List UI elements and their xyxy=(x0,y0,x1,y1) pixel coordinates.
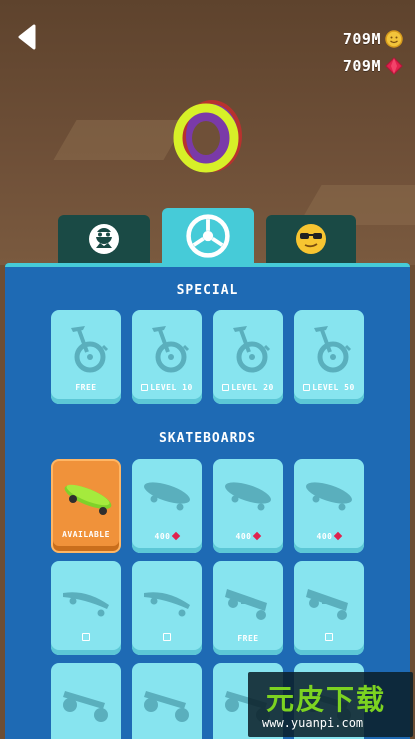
shop-item-card[interactable] xyxy=(132,663,202,739)
longboard-icon xyxy=(140,571,194,625)
item-label: FREE xyxy=(51,383,121,392)
gem-value: 709M xyxy=(342,57,381,75)
item-label: AVAILABLE xyxy=(53,530,119,539)
offroad-board-icon xyxy=(59,673,113,727)
gem-icon xyxy=(172,531,181,541)
wheel-preview xyxy=(173,100,242,173)
lock-icon xyxy=(222,384,230,391)
coin-icon xyxy=(385,30,403,48)
item-label: FREE xyxy=(213,634,283,643)
skateboard-icon xyxy=(140,469,194,523)
unicycle-icon xyxy=(140,320,194,374)
green-skateboard-icon xyxy=(61,471,115,525)
shop-item-card[interactable]: 400 xyxy=(294,459,364,553)
gem-icon xyxy=(253,531,262,541)
watermark: 元皮下载 www.yuanpi.com xyxy=(248,672,413,737)
panel-accent xyxy=(5,263,410,267)
shop-item-card[interactable] xyxy=(51,663,121,739)
item-label-text: 400 xyxy=(316,532,333,541)
item-label-text: LEVEL 50 xyxy=(312,383,355,392)
item-label xyxy=(294,633,364,643)
skateboard-icon xyxy=(302,469,356,523)
shop-item-card[interactable]: LEVEL 10 xyxy=(132,310,202,404)
gem-counter: 709M xyxy=(343,57,403,75)
unicycle-icon xyxy=(221,320,275,374)
item-label-text: 400 xyxy=(154,532,171,541)
electric-board-icon xyxy=(221,571,275,625)
item-label-text: FREE xyxy=(237,634,259,643)
section-title-special: SPECIAL xyxy=(176,283,239,298)
shop-panel: SPECIAL FREE LEVEL 10 LEVEL 20 LEVEL 50 … xyxy=(5,263,410,739)
shop-item-card[interactable]: LEVEL 50 xyxy=(294,310,364,404)
item-label: LEVEL 50 xyxy=(294,383,364,392)
back-arrow-icon xyxy=(18,24,36,50)
item-label-text: LEVEL 20 xyxy=(231,383,274,392)
sunglasses-emoji-icon xyxy=(296,224,326,254)
shop-item-card[interactable]: FREE xyxy=(213,561,283,655)
shop-item-card[interactable] xyxy=(132,561,202,655)
electric-board-icon xyxy=(302,571,356,625)
lock-icon xyxy=(141,384,149,391)
watermark-url: www.yuanpi.com xyxy=(262,716,364,730)
item-label-text: FREE xyxy=(75,383,97,392)
shop-item-card[interactable] xyxy=(294,561,364,655)
item-label-text: 400 xyxy=(235,532,252,541)
shop-item-card[interactable] xyxy=(51,561,121,655)
skateboard-icon xyxy=(221,469,275,523)
longboard-icon xyxy=(59,571,113,625)
item-label: 400 xyxy=(213,531,283,541)
tab-wheels[interactable] xyxy=(162,208,254,264)
tab-character[interactable] xyxy=(58,215,150,263)
offroad-board-icon xyxy=(140,673,194,727)
back-button[interactable] xyxy=(14,22,40,52)
wheel-icon xyxy=(186,214,230,258)
lock-icon xyxy=(303,384,311,391)
shop-item-card[interactable]: LEVEL 20 xyxy=(213,310,283,404)
item-label xyxy=(51,633,121,643)
item-label xyxy=(132,633,202,643)
item-label: 400 xyxy=(132,531,202,541)
gem-icon xyxy=(385,57,403,75)
item-label: 400 xyxy=(294,531,364,541)
gem-icon xyxy=(334,531,343,541)
lock-icon xyxy=(163,633,171,641)
coin-counter: 709M xyxy=(343,30,403,48)
floor-plank xyxy=(53,120,187,160)
unicycle-icon xyxy=(302,320,356,374)
item-label-text: AVAILABLE xyxy=(62,530,110,539)
lock-icon xyxy=(82,633,90,641)
shop-item-card[interactable]: 400 xyxy=(213,459,283,553)
shop-item-card[interactable]: AVAILABLE xyxy=(51,459,121,553)
tab-emoji[interactable] xyxy=(266,215,356,263)
character-mask-icon xyxy=(89,224,119,254)
item-label: LEVEL 20 xyxy=(213,383,283,392)
watermark-title: 元皮下载 xyxy=(266,683,387,716)
section-title-skateboards: SKATEBOARDS xyxy=(158,431,257,446)
unicycle-icon xyxy=(59,320,113,374)
coin-value: 709M xyxy=(342,30,381,48)
item-label-text: LEVEL 10 xyxy=(150,383,193,392)
shop-item-card[interactable]: 400 xyxy=(132,459,202,553)
item-label: LEVEL 10 xyxy=(132,383,202,392)
lock-icon xyxy=(325,633,333,641)
shop-item-card[interactable]: FREE xyxy=(51,310,121,404)
